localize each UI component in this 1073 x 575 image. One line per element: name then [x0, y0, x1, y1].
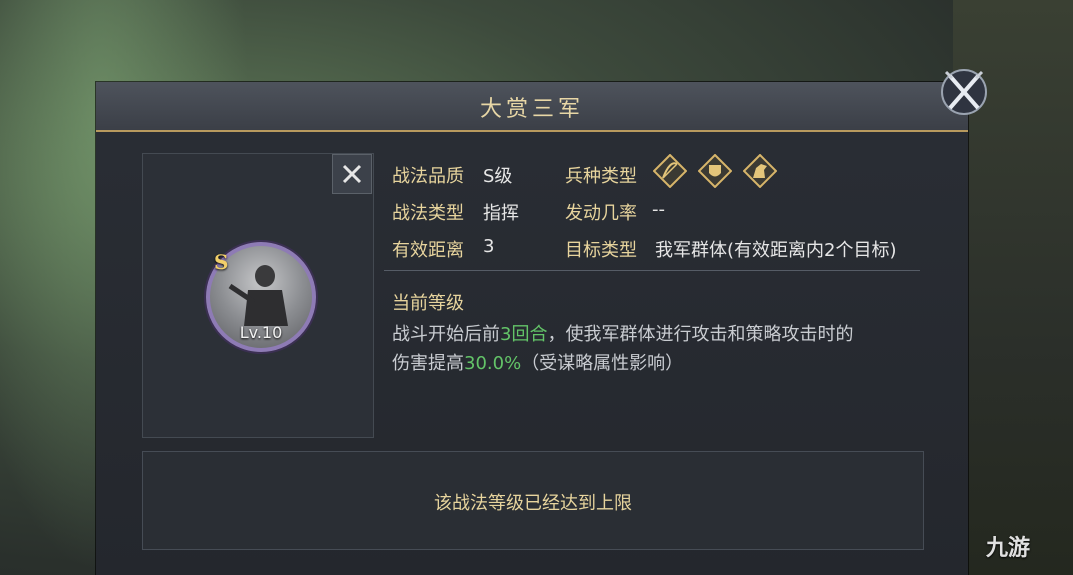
title-bar: 大赏三军 [96, 82, 968, 132]
bow-icon [653, 154, 687, 188]
skill-level: Lv.10 [239, 323, 283, 342]
unit-type-label: 兵种类型 [565, 166, 637, 187]
current-level-title: 当前等级 [392, 293, 464, 314]
range-value: 3 [483, 236, 495, 257]
effect-line-2: 伤害提高30.0%（受谋略属性影响） [392, 349, 683, 375]
close-icon[interactable] [938, 66, 990, 118]
effect-text: 战斗开始后前 [392, 324, 500, 345]
panel-title: 大赏三军 [479, 97, 584, 122]
max-level-text: 该战法等级已经达到上限 [434, 493, 632, 514]
quality-label: 战法品质 [392, 166, 464, 187]
watermark-logo: 九游 [986, 536, 1031, 561]
remove-skill-button[interactable] [332, 154, 372, 194]
target-type-value: 我军群体(有效距离内2个目标) [655, 240, 897, 261]
type-label: 战法类型 [392, 203, 464, 224]
target-type-label: 目标类型 [565, 240, 637, 261]
x-icon [342, 164, 362, 184]
effect-highlight: 30.0% [464, 353, 522, 374]
trigger-rate-value: -- [652, 199, 665, 220]
trigger-rate-label: 发动几率 [565, 203, 637, 224]
horse-icon [743, 154, 777, 188]
divider [384, 270, 920, 271]
grade-badge: S [214, 250, 229, 274]
effect-line-1: 战斗开始后前3回合，使我军群体进行攻击和策略攻击时的 [392, 320, 853, 346]
shield-icon [698, 154, 732, 188]
quality-value: S级 [483, 166, 513, 187]
upgrade-area: 该战法等级已经达到上限 [142, 451, 924, 550]
type-value: 指挥 [483, 203, 519, 224]
effect-text: ，使我军群体进行攻击和策略攻击时的 [547, 324, 854, 345]
effect-text: 伤害提高 [392, 353, 464, 374]
range-label: 有效距离 [392, 240, 464, 261]
effect-highlight: 3回合 [500, 324, 548, 345]
effect-text: （受谋略属性影响） [521, 353, 684, 374]
